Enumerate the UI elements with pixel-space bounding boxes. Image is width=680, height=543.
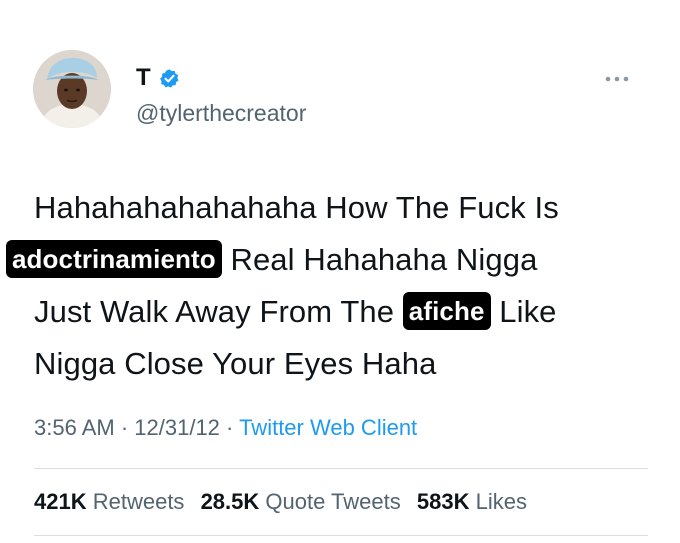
author-handle[interactable]: @tylerthecreator [136,99,306,127]
tweet-text-segment: Real Hahahaha Nigga [221,242,538,277]
verified-badge-icon [159,68,179,88]
tweet-line-2: adoctrinamiento Real Hahahaha Nigga [6,234,654,286]
likes-stat[interactable]: 583K Likes [417,489,527,514]
tweet-time[interactable]: 3:56 AM [34,415,115,440]
tweet-line-1: Hahahahahahahaha How The Fuck Is [34,182,654,234]
divider [34,535,648,536]
retweets-count: 421K [34,489,87,514]
tweet-text-segment: Like [490,294,557,329]
meta-separator: · [219,415,240,440]
tweet-date[interactable]: 12/31/12 [134,415,220,440]
quote-tweets-count: 28.5K [200,489,260,514]
more-options-icon[interactable] [604,74,630,84]
redaction-overlay-label: adoctrinamiento [6,240,222,278]
tweet-text-segment: Hahahahahahahaha How The Fuck Is [34,190,559,225]
avatar[interactable] [33,50,111,128]
tweet-card: T @tylerthecreator Hahahahahahahaha How … [0,0,680,543]
quote-tweets-stat[interactable]: 28.5K Quote Tweets [201,489,401,514]
likes-label: Likes [475,489,527,514]
likes-count: 583K [416,489,470,514]
tweet-line-3: Just Walk Away From The afiche Like [34,286,654,338]
tweet-line-4: Nigga Close Your Eyes Haha [34,338,654,390]
author-name-row[interactable]: T [136,64,180,92]
quote-tweets-label: Quote Tweets [265,489,401,514]
retweets-label: Retweets [92,489,185,514]
meta-separator: · [114,415,135,440]
tweet-source-link[interactable]: Twitter Web Client [239,415,417,440]
tweet-text-segment: Just Walk Away From The [34,294,403,329]
redaction-overlay-label: afiche [402,292,491,330]
retweets-stat[interactable]: 421K Retweets [34,489,184,514]
divider [34,468,648,469]
avatar-image [33,50,111,128]
tweet-text-segment: Nigga Close Your Eyes Haha [34,346,437,381]
tweet-meta: 3:56 AM · 12/31/12 · Twitter Web Client [34,414,417,442]
engagement-stats: 421K Retweets 28.5K Quote Tweets 583K Li… [34,488,537,516]
display-name[interactable]: T [136,64,151,92]
tweet-text: Hahahahahahahaha How The Fuck Is adoctri… [6,182,654,390]
